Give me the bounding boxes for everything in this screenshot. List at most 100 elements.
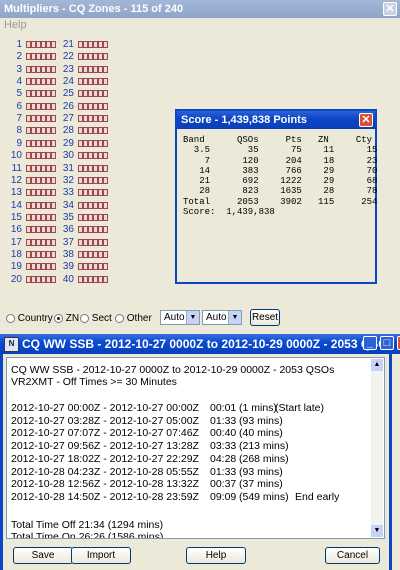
zone-row: 14 34 bbox=[0, 199, 120, 211]
band-box bbox=[103, 78, 108, 86]
zone-band-boxes[interactable] bbox=[26, 53, 56, 61]
vertical-scrollbar[interactable]: ▲ ▼ bbox=[371, 359, 383, 537]
zone-number: 23 bbox=[62, 63, 74, 75]
app-icon: N bbox=[4, 337, 19, 352]
zone-number: 31 bbox=[62, 162, 74, 174]
zone-band-boxes[interactable] bbox=[78, 238, 108, 246]
zone-band-boxes[interactable] bbox=[78, 127, 108, 135]
zone-number: 36 bbox=[62, 224, 74, 236]
zone-band-boxes[interactable] bbox=[78, 115, 108, 123]
zone-row: 7 27 bbox=[0, 114, 120, 124]
zone-number: 18 bbox=[10, 248, 22, 260]
zone-band-boxes[interactable] bbox=[78, 189, 108, 197]
zone-band-boxes[interactable] bbox=[78, 78, 108, 86]
band-box bbox=[51, 53, 56, 61]
zone-number: 14 bbox=[10, 199, 22, 211]
score-titlebar[interactable]: Score - 1,439,838 Points ✕ bbox=[177, 111, 375, 129]
band-box bbox=[103, 152, 108, 160]
radio-other[interactable]: Other bbox=[115, 313, 152, 324]
band-box bbox=[103, 213, 108, 221]
close-icon[interactable]: ✕ bbox=[359, 113, 373, 127]
band-box bbox=[51, 65, 56, 73]
combo-1[interactable]: Auto ▼ bbox=[160, 310, 200, 325]
zone-band-boxes[interactable] bbox=[26, 201, 56, 209]
zone-band-boxes[interactable] bbox=[26, 139, 56, 147]
zone-band-boxes[interactable] bbox=[78, 90, 108, 98]
zone-band-boxes[interactable] bbox=[26, 78, 56, 86]
zone-band-boxes[interactable] bbox=[26, 65, 56, 73]
zone-band-boxes[interactable] bbox=[26, 90, 56, 98]
zone-band-boxes[interactable] bbox=[78, 176, 108, 184]
radio-zn-label: ZN bbox=[65, 313, 80, 324]
zone-band-boxes[interactable] bbox=[26, 176, 56, 184]
log-line: 04:28 bbox=[210, 452, 237, 465]
zone-band-boxes[interactable] bbox=[78, 53, 108, 61]
maximize-icon[interactable]: □ bbox=[380, 336, 394, 350]
cancel-button[interactable]: Cancel bbox=[325, 547, 380, 564]
log-line: 2012-10-27 00:00Z - 2012-10-27 00:00Z bbox=[11, 402, 199, 414]
zone-band-boxes[interactable] bbox=[78, 263, 108, 271]
zone-band-boxes[interactable] bbox=[26, 41, 56, 48]
zones-titlebar[interactable]: Multipliers - CQ Zones - 115 of 240 ✕ bbox=[0, 0, 400, 18]
radio-sect[interactable]: Sect bbox=[80, 313, 112, 324]
log-line: 2012-10-28 04:23Z - 2012-10-28 05:55Z bbox=[11, 465, 199, 478]
scroll-up-icon[interactable]: ▲ bbox=[371, 359, 383, 371]
zone-band-boxes[interactable] bbox=[26, 115, 56, 123]
band-box bbox=[51, 263, 56, 271]
band-box bbox=[103, 90, 108, 98]
log-text-area[interactable]: CQ WW SSB - 2012-10-27 0000Z to 2012-10-… bbox=[6, 357, 385, 539]
log-titlebar[interactable]: N CQ WW SSB - 2012-10-27 0000Z to 2012-1… bbox=[0, 334, 400, 354]
log-line: 2012-10-27 07:07Z - 2012-10-27 07:46Z bbox=[11, 427, 199, 440]
zone-band-boxes[interactable] bbox=[78, 152, 108, 160]
zone-band-boxes[interactable] bbox=[26, 226, 56, 234]
zone-band-boxes[interactable] bbox=[78, 226, 108, 234]
band-box bbox=[103, 201, 108, 209]
zone-number: 26 bbox=[62, 100, 74, 112]
log-line: 01:33 bbox=[210, 465, 237, 478]
zone-band-boxes[interactable] bbox=[78, 102, 108, 110]
chevron-down-icon[interactable]: ▼ bbox=[228, 311, 241, 324]
close-icon[interactable]: ✕ bbox=[383, 2, 397, 16]
zone-number: 4 bbox=[16, 76, 22, 88]
zone-number: 11 bbox=[11, 162, 22, 174]
log-line: 00:40 bbox=[210, 427, 237, 440]
zone-band-boxes[interactable] bbox=[26, 250, 56, 258]
zone-number: 8 bbox=[16, 125, 22, 137]
minimize-icon[interactable]: _ bbox=[363, 336, 377, 350]
zone-band-boxes[interactable] bbox=[26, 127, 56, 135]
band-box bbox=[103, 226, 108, 234]
combo-2-value: Auto bbox=[206, 312, 227, 323]
zone-band-boxes[interactable] bbox=[26, 102, 56, 110]
log-line: 00:37 bbox=[210, 478, 237, 491]
zone-band-boxes[interactable] bbox=[26, 152, 56, 160]
save-button[interactable]: Save bbox=[13, 547, 73, 564]
zone-row: 9 29 bbox=[0, 138, 120, 149]
zone-band-boxes[interactable] bbox=[78, 65, 108, 73]
zone-band-boxes[interactable] bbox=[78, 201, 108, 209]
radio-country[interactable]: Country bbox=[6, 313, 53, 324]
zone-band-boxes[interactable] bbox=[26, 263, 56, 271]
zone-row: 1 21 bbox=[0, 40, 120, 50]
chevron-down-icon[interactable]: ▼ bbox=[186, 311, 199, 324]
zone-band-boxes[interactable] bbox=[26, 189, 56, 197]
zone-band-boxes[interactable] bbox=[26, 213, 56, 221]
menu-help[interactable]: Help bbox=[0, 18, 400, 33]
band-box bbox=[51, 213, 56, 221]
zone-band-boxes[interactable] bbox=[78, 250, 108, 258]
zone-band-boxes[interactable] bbox=[78, 139, 108, 147]
band-box bbox=[51, 41, 56, 48]
reset-button[interactable]: Reset bbox=[250, 309, 280, 326]
zone-band-boxes[interactable] bbox=[26, 275, 56, 283]
zone-band-boxes[interactable] bbox=[78, 164, 108, 172]
zone-band-boxes[interactable] bbox=[78, 41, 108, 48]
zone-band-boxes[interactable] bbox=[26, 164, 56, 172]
zone-band-boxes[interactable] bbox=[78, 213, 108, 221]
band-box bbox=[51, 275, 56, 283]
help-button[interactable]: Help bbox=[186, 547, 246, 564]
zone-band-boxes[interactable] bbox=[78, 275, 108, 283]
radio-zn[interactable]: ZN bbox=[54, 313, 79, 324]
import-button[interactable]: Import bbox=[71, 547, 131, 564]
combo-2[interactable]: Auto ▼ bbox=[202, 310, 242, 325]
zone-band-boxes[interactable] bbox=[26, 238, 56, 246]
scroll-down-icon[interactable]: ▼ bbox=[371, 525, 383, 537]
